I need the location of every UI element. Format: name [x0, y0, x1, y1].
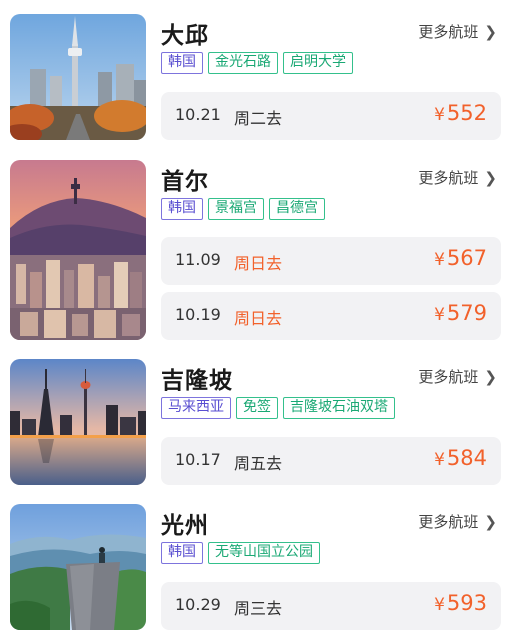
flight-option[interactable]: 10.21 周二去 ¥552 [161, 92, 501, 140]
tag-list: 韩国 金光石路 启明大学 [161, 52, 501, 74]
flight-date: 10.19 [175, 305, 221, 324]
tag-list: 韩国 景福宫 昌德宫 [161, 198, 501, 220]
flight-weekday: 周五去 [234, 454, 283, 473]
country-tag: 马来西亚 [161, 397, 231, 419]
country-tag: 韩国 [161, 198, 203, 220]
flight-price: ¥593 [434, 591, 487, 615]
flight-option[interactable]: 10.29 周三去 ¥593 [161, 582, 501, 630]
price-value: 584 [446, 446, 487, 470]
attraction-tag: 金光石路 [208, 52, 278, 74]
city-photo[interactable] [10, 14, 146, 140]
flight-weekday: 周二去 [234, 109, 283, 128]
flight-price: ¥584 [434, 446, 487, 470]
more-flights-label: 更多航班 [418, 368, 479, 386]
attraction-tag: 昌德宫 [269, 198, 325, 220]
flight-date: 10.17 [175, 450, 221, 469]
flight-weekday: 周日去 [234, 254, 283, 273]
flight-date: 11.09 [175, 250, 221, 269]
more-flights-link[interactable]: 更多航班 ❯ [418, 366, 497, 387]
more-flights-link[interactable]: 更多航班 ❯ [418, 511, 497, 532]
attraction-tag: 景福宫 [208, 198, 264, 220]
city-name: 首尔 [161, 169, 209, 195]
country-tag: 韩国 [161, 52, 203, 74]
currency-symbol: ¥ [434, 105, 445, 125]
price-value: 567 [446, 246, 487, 270]
city-name: 吉隆坡 [161, 368, 233, 394]
chevron-right-icon: ❯ [484, 168, 497, 187]
flight-date: 10.29 [175, 595, 221, 614]
flight-price: ¥579 [434, 301, 487, 325]
country-tag: 韩国 [161, 542, 203, 564]
price-value: 552 [446, 101, 487, 125]
flight-date: 10.21 [175, 105, 221, 124]
chevron-right-icon: ❯ [484, 22, 497, 41]
more-flights-link[interactable]: 更多航班 ❯ [418, 21, 497, 42]
currency-symbol: ¥ [434, 595, 445, 615]
city-photo[interactable] [10, 504, 146, 630]
tag-list: 韩国 无等山国立公园 [161, 542, 501, 564]
more-flights-label: 更多航班 [418, 513, 479, 531]
attraction-tag: 无等山国立公园 [208, 542, 320, 564]
chevron-right-icon: ❯ [484, 512, 497, 531]
price-value: 593 [446, 591, 487, 615]
flight-price: ¥567 [434, 246, 487, 270]
more-flights-label: 更多航班 [418, 169, 479, 187]
flight-weekday: 周日去 [234, 309, 283, 328]
city-name: 大邱 [161, 23, 209, 49]
more-flights-label: 更多航班 [418, 23, 479, 41]
attraction-tag: 吉隆坡石油双塔 [283, 397, 395, 419]
flight-option[interactable]: 10.19 周日去 ¥579 [161, 292, 501, 340]
more-flights-link[interactable]: 更多航班 ❯ [418, 167, 497, 188]
flight-price: ¥552 [434, 101, 487, 125]
attraction-tag: 免签 [236, 397, 278, 419]
tag-list: 马来西亚 免签 吉隆坡石油双塔 [161, 397, 501, 419]
currency-symbol: ¥ [434, 305, 445, 325]
city-photo[interactable] [10, 160, 146, 340]
flight-option[interactable]: 11.09 周日去 ¥567 [161, 237, 501, 285]
city-photo[interactable] [10, 359, 146, 485]
flight-option[interactable]: 10.17 周五去 ¥584 [161, 437, 501, 485]
city-name: 光州 [161, 513, 209, 539]
attraction-tag: 启明大学 [283, 52, 353, 74]
flight-weekday: 周三去 [234, 599, 283, 618]
chevron-right-icon: ❯ [484, 367, 497, 386]
currency-symbol: ¥ [434, 250, 445, 270]
price-value: 579 [446, 301, 487, 325]
currency-symbol: ¥ [434, 450, 445, 470]
